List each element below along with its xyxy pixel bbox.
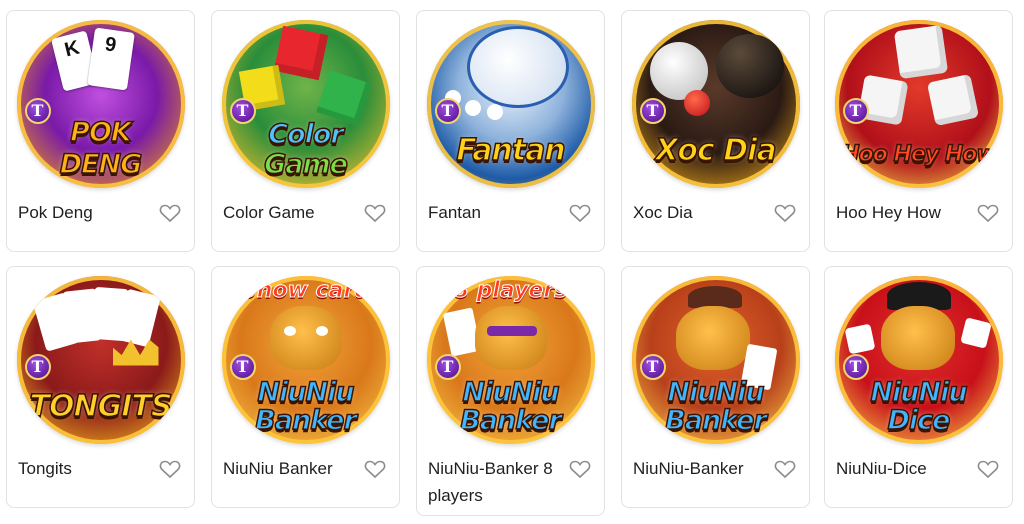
provider-badge: T (842, 353, 869, 380)
game-card-xoc-dia[interactable]: Xoc Dia T Xoc Dia (621, 10, 810, 252)
game-card-niuniu-banker-8-players[interactable]: 8 players NiuNiu Banker T NiuNiu-Banker … (416, 266, 605, 516)
logo-line-2: DENG (59, 148, 143, 180)
logo-line-1: NiuNiu (870, 376, 969, 408)
game-name[interactable]: NiuNiu-Banker 8 players (428, 455, 568, 509)
game-thumbnail[interactable]: NiuNiu Banker T (622, 267, 809, 452)
badge-top-text: 8 players (453, 277, 568, 303)
logo-line-2: Banker (664, 404, 767, 436)
game-thumbnail[interactable]: Hoo Hey How T (825, 11, 1012, 196)
color-game-logo-icon: Color Game T (221, 19, 390, 188)
logo-line-1: Fantan (455, 132, 566, 168)
game-name[interactable]: Color Game (223, 199, 363, 226)
heart-outline-icon[interactable] (977, 203, 999, 223)
game-name[interactable]: Tongits (18, 455, 158, 482)
game-name[interactable]: NiuNiu-Dice (836, 455, 976, 482)
heart-outline-icon[interactable] (364, 459, 386, 479)
game-card-hoo-hey-how[interactable]: Hoo Hey How T Hoo Hey How (824, 10, 1013, 252)
logo-line-1: NiuNiu (257, 376, 356, 408)
game-thumbnail[interactable]: K 9 POK DENG T (7, 11, 194, 196)
game-name[interactable]: Xoc Dia (633, 199, 773, 226)
logo-line-1: NiuNiu (462, 376, 561, 408)
niuniu-dice-logo-icon: NiuNiu Dice T (834, 275, 1003, 444)
logo-line-1: Hoo Hey How (841, 141, 998, 167)
game-card-color-game[interactable]: Color Game T Color Game (211, 10, 400, 252)
provider-badge: T (24, 353, 51, 380)
logo-line-1: TONGITS (29, 388, 173, 424)
provider-badge: T (842, 97, 869, 124)
game-grid: K 9 POK DENG T Pok Deng Color Game T Col… (0, 0, 1024, 524)
niuniu-banker-showcard-logo-icon: Show card NiuNiu Banker T (221, 275, 390, 444)
game-name[interactable]: NiuNiu-Banker (633, 455, 773, 482)
provider-badge: T (24, 97, 51, 124)
heart-outline-icon[interactable] (774, 459, 796, 479)
game-thumbnail[interactable]: Xoc Dia T (622, 11, 809, 196)
game-thumbnail[interactable]: Show card NiuNiu Banker T (212, 267, 399, 452)
badge-top-text: Show card (240, 277, 371, 303)
heart-outline-icon[interactable] (569, 459, 591, 479)
provider-badge: T (639, 353, 666, 380)
logo-line-1: NiuNiu (667, 376, 766, 408)
provider-badge: T (229, 353, 256, 380)
heart-outline-icon[interactable] (977, 459, 999, 479)
logo-line-2: Dice (887, 404, 951, 436)
provider-badge: T (434, 97, 461, 124)
logo-line-1: Color (268, 118, 345, 150)
heart-outline-icon[interactable] (569, 203, 591, 223)
game-name[interactable]: NiuNiu Banker (223, 455, 363, 482)
provider-badge: T (639, 97, 666, 124)
heart-outline-icon[interactable] (159, 203, 181, 223)
game-thumbnail[interactable]: NiuNiu Dice T (825, 267, 1012, 452)
fantan-logo-icon: Fantan T (426, 19, 595, 188)
game-card-fantan[interactable]: Fantan T Fantan (416, 10, 605, 252)
pok-deng-logo-icon: K 9 POK DENG T (16, 19, 185, 188)
game-name[interactable]: Fantan (428, 199, 568, 226)
provider-badge: T (229, 97, 256, 124)
logo-line-2: Banker (254, 404, 357, 436)
game-thumbnail[interactable]: TONGITS T (7, 267, 194, 452)
xoc-dia-logo-icon: Xoc Dia T (631, 19, 800, 188)
heart-outline-icon[interactable] (774, 203, 796, 223)
tongits-logo-icon: TONGITS T (16, 275, 185, 444)
hoo-hey-how-logo-icon: Hoo Hey How T (834, 19, 1003, 188)
niuniu-banker-8players-logo-icon: 8 players NiuNiu Banker T (426, 275, 595, 444)
game-name[interactable]: Hoo Hey How (836, 199, 976, 226)
game-thumbnail[interactable]: Fantan T (417, 11, 604, 196)
game-thumbnail[interactable]: Color Game T (212, 11, 399, 196)
game-card-niuniu-dice[interactable]: NiuNiu Dice T NiuNiu-Dice (824, 266, 1013, 508)
logo-line-1: Xoc Dia (655, 132, 778, 168)
game-card-tongits[interactable]: TONGITS T Tongits (6, 266, 195, 508)
niuniu-banker-logo-icon: NiuNiu Banker T (631, 275, 800, 444)
logo-line-2: Banker (459, 404, 562, 436)
heart-outline-icon[interactable] (159, 459, 181, 479)
provider-badge: T (434, 353, 461, 380)
game-card-niuniu-banker[interactable]: Show card NiuNiu Banker T NiuNiu Banker (211, 266, 400, 508)
heart-outline-icon[interactable] (364, 203, 386, 223)
game-card-pok-deng[interactable]: K 9 POK DENG T Pok Deng (6, 10, 195, 252)
game-name[interactable]: Pok Deng (18, 199, 158, 226)
logo-line-2: Game (263, 148, 348, 180)
game-card-niuniu-banker-plain[interactable]: NiuNiu Banker T NiuNiu-Banker (621, 266, 810, 508)
game-thumbnail[interactable]: 8 players NiuNiu Banker T (417, 267, 604, 452)
